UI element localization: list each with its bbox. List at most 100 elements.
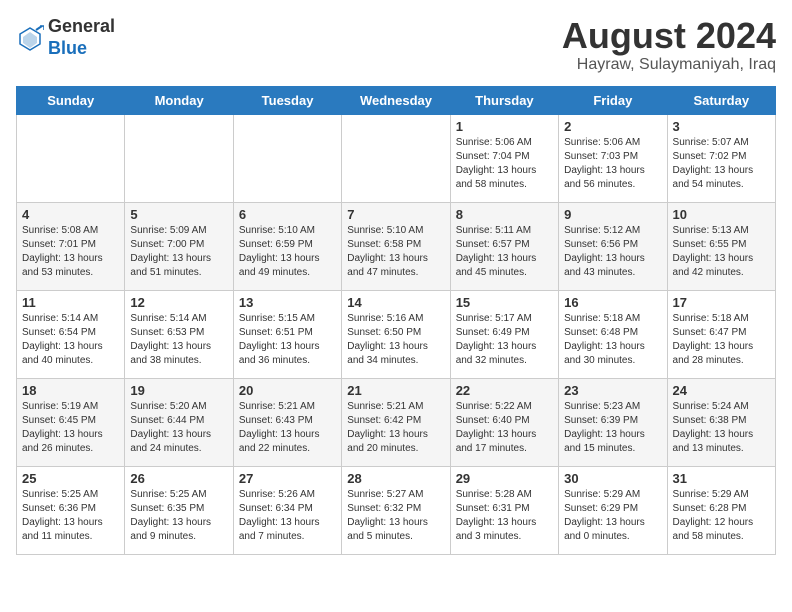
logo-line2: Blue: [48, 38, 115, 60]
day-info: Sunrise: 5:29 AM Sunset: 6:29 PM Dayligh…: [564, 488, 661, 544]
day-info: Sunrise: 5:23 AM Sunset: 6:39 PM Dayligh…: [564, 400, 661, 456]
calendar-cell: 7Sunrise: 5:10 AM Sunset: 6:58 PM Daylig…: [342, 202, 450, 290]
calendar-cell: 12 Sunrise: 5:14 AM Sunset: 6:53 PM Dayli…: [125, 290, 233, 378]
calendar-week-row: 1 Sunrise: 5:06 AM Sunset: 7:04 PM Daylig…: [17, 114, 776, 202]
day-number: 1: [456, 119, 553, 134]
day-number: 12: [130, 295, 227, 310]
day-number: 26: [130, 471, 227, 486]
calendar-cell: 2 Sunrise: 5:06 AM Sunset: 7:03 PM Daylig…: [559, 114, 667, 202]
day-info: Sunrise: 5:18 AM Sunset: 6:48 PM Dayligh…: [564, 312, 661, 368]
calendar-week-row: 4 Sunrise: 5:08 AM Sunset: 7:01 PM Daylig…: [17, 202, 776, 290]
calendar-cell: 20 Sunrise: 5:21 AM Sunset: 6:43 PM Dayli…: [233, 378, 341, 466]
day-number: 31: [673, 471, 770, 486]
calendar-cell: 11 Sunrise: 5:14 AM Sunset: 6:54 PM Dayli…: [17, 290, 125, 378]
calendar-cell: 9 Sunrise: 5:12 AM Sunset: 6:56 PM Daylig…: [559, 202, 667, 290]
calendar-cell: 14 Sunrise: 5:16 AM Sunset: 6:50 PM Dayli…: [342, 290, 450, 378]
calendar-cell: 30 Sunrise: 5:29 AM Sunset: 6:29 PM Dayli…: [559, 466, 667, 554]
day-info: Sunrise: 5:06 AM Sunset: 7:03 PM Dayligh…: [564, 136, 661, 192]
page-header: General Blue August 2024 Hayraw, Sulayma…: [16, 16, 776, 74]
day-info: Sunrise: 5:10 AM Sunset: 6:59 PM Dayligh…: [239, 224, 336, 280]
calendar-cell: 13Sunrise: 5:15 AM Sunset: 6:51 PM Dayli…: [233, 290, 341, 378]
day-number: 30: [564, 471, 661, 486]
calendar-cell: 8Sunrise: 5:11 AM Sunset: 6:57 PM Daylig…: [450, 202, 558, 290]
calendar-cell: 4 Sunrise: 5:08 AM Sunset: 7:01 PM Daylig…: [17, 202, 125, 290]
day-info: Sunrise: 5:06 AM Sunset: 7:04 PM Dayligh…: [456, 136, 553, 192]
weekday-header: Friday: [559, 86, 667, 114]
logo-icon: [16, 24, 44, 52]
day-number: 2: [564, 119, 661, 134]
day-info: Sunrise: 5:28 AM Sunset: 6:31 PM Dayligh…: [456, 488, 553, 544]
day-number: 20: [239, 383, 336, 398]
day-info: Sunrise: 5:14 AM Sunset: 6:54 PM Dayligh…: [22, 312, 119, 368]
calendar-cell: [125, 114, 233, 202]
day-number: 17: [673, 295, 770, 310]
day-info: Sunrise: 5:19 AM Sunset: 6:45 PM Dayligh…: [22, 400, 119, 456]
day-number: 8: [456, 207, 553, 222]
calendar-cell: 21Sunrise: 5:21 AM Sunset: 6:42 PM Dayli…: [342, 378, 450, 466]
calendar-cell: [17, 114, 125, 202]
weekday-header: Sunday: [17, 86, 125, 114]
day-number: 14: [347, 295, 444, 310]
day-info: Sunrise: 5:21 AM Sunset: 6:43 PM Dayligh…: [239, 400, 336, 456]
day-info: Sunrise: 5:15 AM Sunset: 6:51 PM Dayligh…: [239, 312, 336, 368]
calendar-cell: 28Sunrise: 5:27 AM Sunset: 6:32 PM Dayli…: [342, 466, 450, 554]
day-number: 23: [564, 383, 661, 398]
calendar-cell: 25 Sunrise: 5:25 AM Sunset: 6:36 PM Dayli…: [17, 466, 125, 554]
day-info: Sunrise: 5:12 AM Sunset: 6:56 PM Dayligh…: [564, 224, 661, 280]
day-number: 24: [673, 383, 770, 398]
calendar-cell: [342, 114, 450, 202]
logo-text: General Blue: [48, 16, 115, 59]
day-info: Sunrise: 5:24 AM Sunset: 6:38 PM Dayligh…: [673, 400, 770, 456]
day-number: 9: [564, 207, 661, 222]
day-number: 18: [22, 383, 119, 398]
day-number: 7: [347, 207, 444, 222]
day-info: Sunrise: 5:09 AM Sunset: 7:00 PM Dayligh…: [130, 224, 227, 280]
day-number: 5: [130, 207, 227, 222]
day-number: 15: [456, 295, 553, 310]
calendar-cell: 17 Sunrise: 5:18 AM Sunset: 6:47 PM Dayli…: [667, 290, 775, 378]
calendar-cell: 18 Sunrise: 5:19 AM Sunset: 6:45 PM Dayli…: [17, 378, 125, 466]
calendar-cell: 6 Sunrise: 5:10 AM Sunset: 6:59 PM Daylig…: [233, 202, 341, 290]
calendar-cell: [233, 114, 341, 202]
calendar-title: August 2024: [562, 16, 776, 56]
title-block: August 2024 Hayraw, Sulaymaniyah, Iraq: [562, 16, 776, 74]
calendar-cell: 5 Sunrise: 5:09 AM Sunset: 7:00 PM Daylig…: [125, 202, 233, 290]
day-number: 3: [673, 119, 770, 134]
day-number: 29: [456, 471, 553, 486]
weekday-header: Wednesday: [342, 86, 450, 114]
weekday-header-row: SundayMondayTuesdayWednesdayThursdayFrid…: [17, 86, 776, 114]
calendar-cell: 26 Sunrise: 5:25 AM Sunset: 6:35 PM Dayli…: [125, 466, 233, 554]
logo: General Blue: [16, 16, 115, 59]
day-info: Sunrise: 5:27 AM Sunset: 6:32 PM Dayligh…: [347, 488, 444, 544]
day-number: 10: [673, 207, 770, 222]
calendar-cell: 10 Sunrise: 5:13 AM Sunset: 6:55 PM Dayli…: [667, 202, 775, 290]
calendar-cell: 31Sunrise: 5:29 AM Sunset: 6:28 PM Dayli…: [667, 466, 775, 554]
calendar-cell: 22 Sunrise: 5:22 AM Sunset: 6:40 PM Dayli…: [450, 378, 558, 466]
weekday-header: Saturday: [667, 86, 775, 114]
day-info: Sunrise: 5:08 AM Sunset: 7:01 PM Dayligh…: [22, 224, 119, 280]
day-info: Sunrise: 5:14 AM Sunset: 6:53 PM Dayligh…: [130, 312, 227, 368]
calendar-week-row: 18 Sunrise: 5:19 AM Sunset: 6:45 PM Dayli…: [17, 378, 776, 466]
calendar-week-row: 25 Sunrise: 5:25 AM Sunset: 6:36 PM Dayli…: [17, 466, 776, 554]
day-info: Sunrise: 5:16 AM Sunset: 6:50 PM Dayligh…: [347, 312, 444, 368]
day-number: 21: [347, 383, 444, 398]
day-info: Sunrise: 5:25 AM Sunset: 6:35 PM Dayligh…: [130, 488, 227, 544]
day-info: Sunrise: 5:13 AM Sunset: 6:55 PM Dayligh…: [673, 224, 770, 280]
day-number: 11: [22, 295, 119, 310]
day-number: 25: [22, 471, 119, 486]
day-number: 19: [130, 383, 227, 398]
logo-line1: General: [48, 16, 115, 38]
day-number: 6: [239, 207, 336, 222]
weekday-header: Thursday: [450, 86, 558, 114]
day-info: Sunrise: 5:07 AM Sunset: 7:02 PM Dayligh…: [673, 136, 770, 192]
day-info: Sunrise: 5:18 AM Sunset: 6:47 PM Dayligh…: [673, 312, 770, 368]
day-info: Sunrise: 5:22 AM Sunset: 6:40 PM Dayligh…: [456, 400, 553, 456]
day-info: Sunrise: 5:25 AM Sunset: 6:36 PM Dayligh…: [22, 488, 119, 544]
day-number: 22: [456, 383, 553, 398]
day-info: Sunrise: 5:26 AM Sunset: 6:34 PM Dayligh…: [239, 488, 336, 544]
calendar-week-row: 11 Sunrise: 5:14 AM Sunset: 6:54 PM Dayli…: [17, 290, 776, 378]
day-number: 4: [22, 207, 119, 222]
calendar-cell: 3 Sunrise: 5:07 AM Sunset: 7:02 PM Daylig…: [667, 114, 775, 202]
calendar-cell: 15Sunrise: 5:17 AM Sunset: 6:49 PM Dayli…: [450, 290, 558, 378]
calendar-cell: 29 Sunrise: 5:28 AM Sunset: 6:31 PM Dayli…: [450, 466, 558, 554]
